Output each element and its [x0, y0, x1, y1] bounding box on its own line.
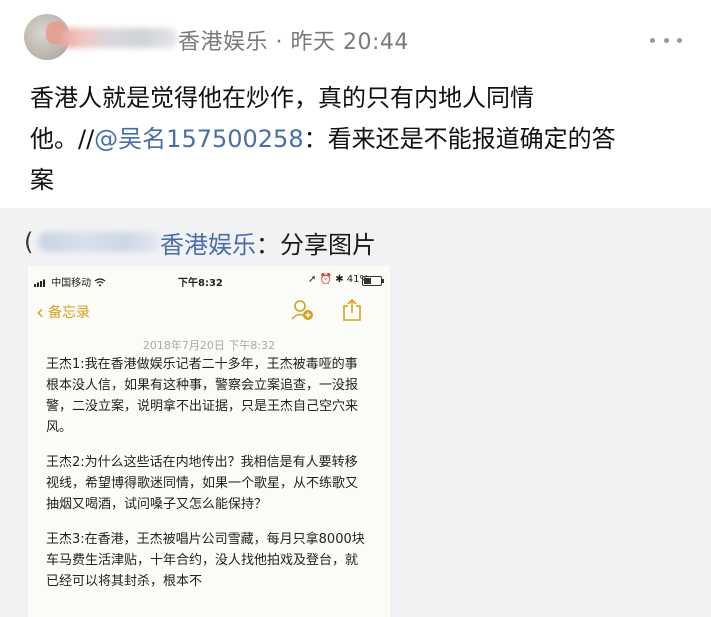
add-person-icon[interactable] [290, 298, 314, 322]
note-paragraph-3: 王杰3:在香港，王杰被唱片公司雪藏，每月只拿8000块车马费生活津贴，十年合约，… [46, 532, 365, 589]
post-meta: 香港娱乐 · 昨天 20:44 [178, 30, 409, 55]
wifi-icon [94, 278, 106, 287]
post-text-line3: 案 [30, 166, 54, 194]
post-text-line2: 他。//@吴名157500258：看来还是不能报道确定的答 [30, 119, 650, 160]
status-carrier: 中国移动 [34, 274, 106, 289]
post-text-line1: 香港人就是觉得他在炒作，真的只有内地人同情 [30, 84, 534, 112]
repost-author-link[interactable]: 香港娱乐 [160, 231, 256, 259]
post-text-tail: ：看来还是不能报道确定的答 [303, 125, 616, 153]
note-body: 王杰1:我在香港做娱乐记者二十多年，王杰被毒哑的事根本没人信，如果有这种事，警察… [46, 354, 366, 606]
reposted-card[interactable]: ( 香港娱乐：分享图片 中国移动 下午8:32 ➚ ⏰ ✱ 41% ‹ 备忘录 [0, 208, 711, 617]
note-paragraph-2: 王杰2:为什么这些话在内地传出？我相信是有人要转移视线，希望博得歌迷同情，如果一… [46, 455, 359, 512]
share-icon[interactable] [341, 298, 363, 322]
note-date: 2018年7月20日 下午8:32 [142, 339, 276, 352]
back-label: 备忘录 [48, 305, 90, 321]
carrier-label: 中国移动 [51, 278, 92, 289]
battery-icon [362, 276, 384, 286]
blurred-username[interactable] [60, 28, 178, 48]
notes-screenshot-image[interactable]: 中国移动 下午8:32 ➚ ⏰ ✱ 41% ‹ 备忘录 2018年7月20日 下… [28, 266, 390, 617]
post-text: 香港人就是觉得他在炒作，真的只有内地人同情 他。//@吴名157500258：看… [30, 78, 650, 201]
status-right: ➚ ⏰ ✱ 41% [308, 274, 369, 285]
chevron-left-icon: ‹ [36, 300, 44, 324]
back-button[interactable]: ‹ 备忘录 [36, 302, 90, 322]
note-paragraph-1: 王杰1:我在香港做娱乐记者二十多年，王杰被毒哑的事根本没人信，如果有这种事，警察… [46, 357, 359, 435]
repost-title: 香港娱乐：分享图片 [160, 225, 376, 260]
repost-suffix: ：分享图片 [256, 231, 376, 259]
more-dots-icon[interactable] [650, 38, 682, 44]
user-mention-link[interactable]: @吴名157500258 [94, 125, 303, 153]
repost-prefix: 他。// [30, 125, 95, 153]
signal-icon [34, 279, 45, 287]
status-time: 下午8:32 [178, 278, 223, 289]
repost-bracket: ( [24, 228, 34, 256]
blurred-repost-username[interactable] [38, 232, 160, 252]
